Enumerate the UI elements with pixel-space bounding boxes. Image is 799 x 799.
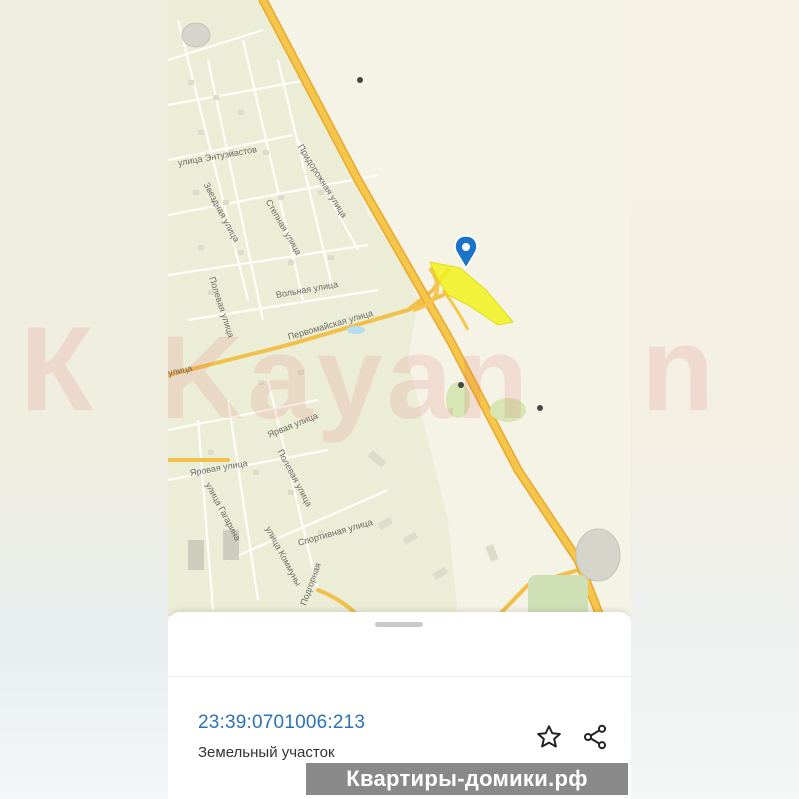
- blurred-left-panel: К: [0, 0, 168, 799]
- phone-screen: улица Энтузиастов Придорожная улица Звез…: [168, 0, 631, 799]
- watermark: Kayan: [168, 312, 533, 444]
- ghost-watermark-left: К: [20, 302, 94, 436]
- sheet-drag-handle[interactable]: [375, 622, 423, 627]
- stadium-right: [575, 528, 621, 582]
- share-icon[interactable]: [580, 722, 610, 752]
- star-outline-icon[interactable]: [534, 722, 564, 752]
- blurred-right-panel: n: [631, 0, 799, 799]
- object-type-label: Земельный участок: [198, 744, 335, 761]
- map-view[interactable]: улица Энтузиастов Придорожная улица Звез…: [168, 0, 631, 616]
- brand-watermark: Квартиры-домики.рф: [306, 763, 628, 795]
- map-pin-icon[interactable]: [454, 235, 478, 270]
- map-canvas: [168, 0, 621, 616]
- poi-marker[interactable]: [537, 405, 543, 411]
- sports-field: [528, 575, 588, 616]
- poi-marker[interactable]: [357, 77, 363, 83]
- stadium-left: [181, 22, 211, 48]
- cadastral-number-link[interactable]: 23:39:0701006:213: [198, 712, 365, 734]
- ghost-watermark-right: n: [641, 302, 715, 436]
- divider: [168, 676, 631, 677]
